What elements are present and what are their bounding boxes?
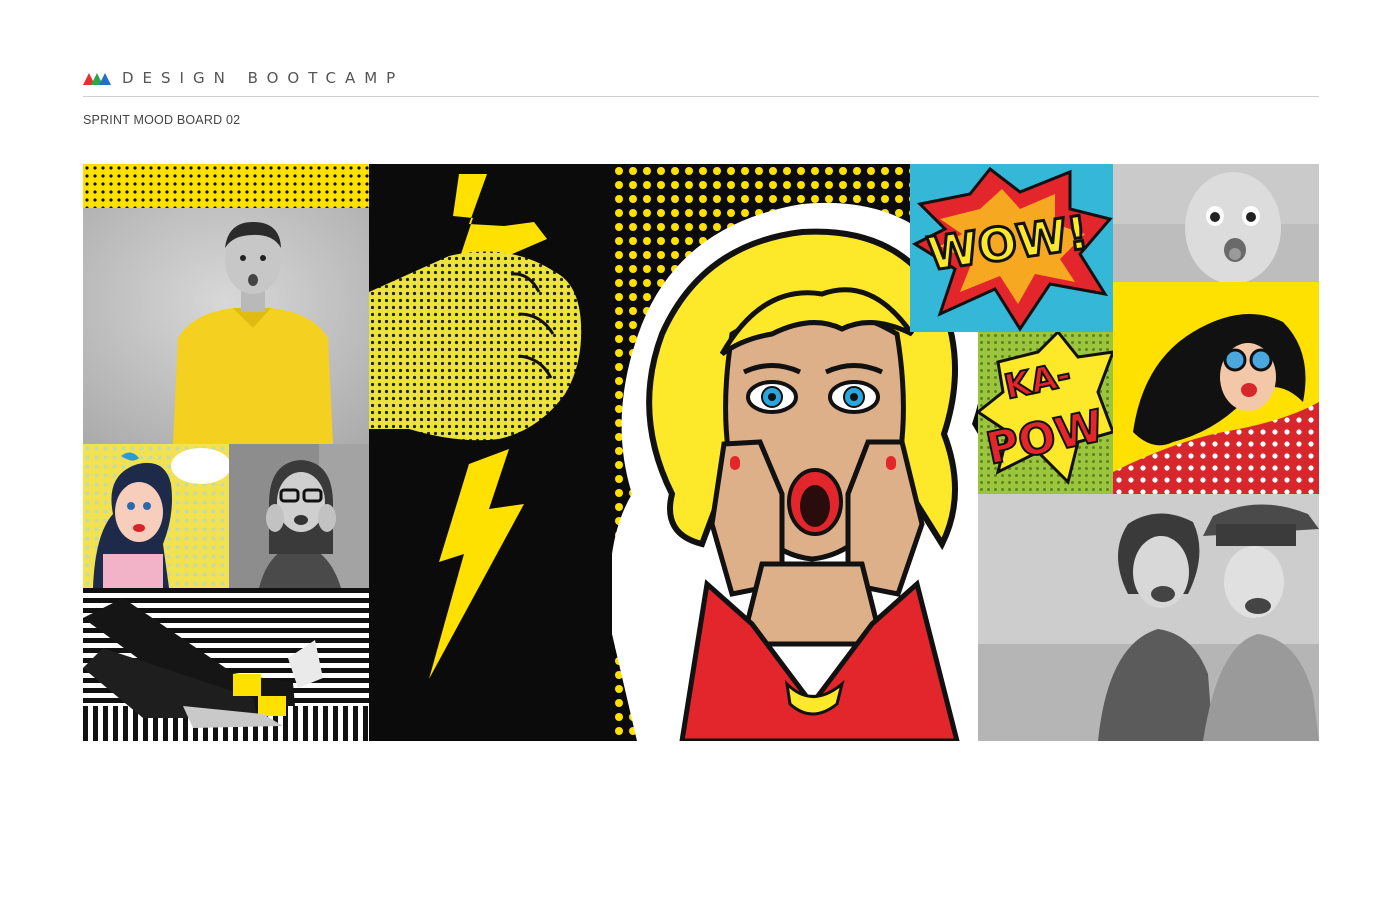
kapow-comic-tile: KA- POW: [978, 332, 1113, 494]
header-divider: [83, 96, 1319, 97]
surprised-baby-photo: [1113, 164, 1319, 282]
pinup-comic-tile: [83, 444, 229, 588]
page-header: DESIGN BOOTCAMP: [83, 68, 1319, 98]
surprised-man-photo: [83, 208, 369, 444]
wow-comic-tile: WOW!: [910, 164, 1113, 332]
sunglasses-woman-comic-tile: [1113, 282, 1319, 494]
woman-glasses-photo: [229, 444, 369, 588]
brand-name: DESIGN BOOTCAMP: [122, 69, 405, 87]
design-bootcamp-logo-icon: [83, 73, 111, 85]
page-subtitle: SPRINT MOOD BOARD 02: [83, 113, 241, 127]
halftone-strip-tile: [83, 164, 369, 208]
mood-board: WOW! KA- POW: [83, 164, 1319, 741]
lightning-fist-tile: [369, 164, 612, 741]
striped-legs-tile: [83, 588, 369, 741]
laughing-women-photo: [978, 494, 1319, 741]
